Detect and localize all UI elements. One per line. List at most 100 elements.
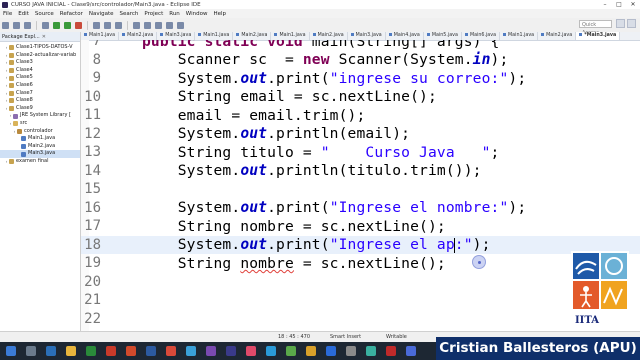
save-all-icon[interactable] <box>24 21 31 29</box>
search-icon[interactable] <box>26 346 36 356</box>
menu-help[interactable]: Help <box>210 11 229 17</box>
file-explorer-icon[interactable] <box>66 346 76 356</box>
tree-item[interactable]: › Clase8 <box>0 97 80 105</box>
editor-tab[interactable]: Main5.java <box>424 32 462 40</box>
app-icon[interactable] <box>306 346 316 356</box>
tree-item[interactable]: › JRE System Library [ <box>0 112 80 120</box>
code-line[interactable]: 9 System.out.print("ingrese su correo:")… <box>81 69 640 88</box>
save-icon[interactable] <box>13 21 20 29</box>
menu-window[interactable]: Window <box>183 11 211 17</box>
editor-tab[interactable]: Main3.java <box>157 32 196 40</box>
java-perspective-icon[interactable] <box>627 19 636 28</box>
edge-icon[interactable] <box>46 346 56 356</box>
close-view-icon[interactable]: ✕ <box>42 34 46 40</box>
tree-item[interactable]: › Clase4 <box>0 67 80 75</box>
perspective-icon[interactable] <box>616 19 625 28</box>
new-class-icon[interactable] <box>115 21 122 29</box>
tree-item[interactable]: › Clase9 <box>0 105 80 113</box>
app-icon[interactable] <box>406 346 416 356</box>
tree-item[interactable]: › Clase5 <box>0 74 80 82</box>
maximize-icon[interactable]: □ <box>612 0 626 9</box>
app-icon[interactable] <box>386 346 396 356</box>
code-line[interactable]: 22 <box>81 310 640 329</box>
editor-tab[interactable]: Main3.java <box>348 32 386 40</box>
tree-item[interactable]: Main1.java <box>0 135 80 143</box>
code-line[interactable]: 16 System.out.print("Ingrese el nombre:"… <box>81 199 640 218</box>
word-icon[interactable] <box>146 346 156 356</box>
editor-tab[interactable]: Main2.java <box>233 32 272 40</box>
next-annotation-icon[interactable] <box>144 21 151 29</box>
editor-tab[interactable]: Main1.java <box>500 32 539 40</box>
chrome-icon[interactable] <box>166 346 176 356</box>
editor-tab[interactable]: Main2.java <box>119 32 158 40</box>
excel-icon[interactable] <box>86 346 96 356</box>
code-line[interactable]: 10 String email = sc.nextLine(); <box>81 88 640 107</box>
code-line[interactable]: 12 System.out.println(email); <box>81 125 640 144</box>
tree-item[interactable]: › Clase3 <box>0 59 80 67</box>
menu-run[interactable]: Run <box>166 11 183 17</box>
external-tools-icon[interactable] <box>75 21 82 29</box>
menu-edit[interactable]: Edit <box>15 11 32 17</box>
start-icon[interactable] <box>6 346 16 356</box>
app-icon[interactable] <box>326 346 336 356</box>
quick-access-input[interactable]: Quick Access <box>579 20 612 36</box>
tree-item[interactable]: › src <box>0 120 80 128</box>
code-editor[interactable]: 7 public static void main(String[] args) … <box>81 40 640 342</box>
tree-item[interactable]: › Clase7 <box>0 90 80 98</box>
app-icon[interactable] <box>286 346 296 356</box>
editor-tab[interactable]: Main1.java <box>271 32 310 40</box>
code-line[interactable]: 14 System.out.println(titulo.trim()); <box>81 162 640 181</box>
print-icon[interactable] <box>42 21 49 29</box>
app-icon[interactable] <box>206 346 216 356</box>
run-icon[interactable] <box>64 21 71 29</box>
editor-tab[interactable]: Main4.java <box>386 32 424 40</box>
package-explorer-title[interactable]: Package Expl... <box>2 34 40 40</box>
tree-item[interactable]: › Clase6 <box>0 82 80 90</box>
editor-tab[interactable]: Main2.java <box>538 32 577 40</box>
code-line[interactable]: 11 email = email.trim(); <box>81 106 640 125</box>
code-line[interactable]: 15 <box>81 180 640 199</box>
code-line[interactable]: 17 String nombre = sc.nextLine(); <box>81 217 640 236</box>
code-line[interactable]: 7 public static void main(String[] args) … <box>81 40 640 51</box>
tree-item[interactable]: › Clase1-TIPOS-DATOS-V <box>0 44 80 52</box>
editor-tab[interactable]: Main2.java <box>310 32 348 40</box>
app-icon[interactable] <box>366 346 376 356</box>
code-line[interactable]: 8 Scanner sc = new Scanner(System.in); <box>81 51 640 70</box>
app-icon[interactable] <box>246 346 256 356</box>
new-icon[interactable] <box>2 21 9 29</box>
menu-file[interactable]: File <box>0 11 15 17</box>
code-line[interactable]: 19 String nombre = sc.nextLine(); <box>81 254 640 273</box>
forward-icon[interactable] <box>177 21 184 29</box>
back-icon[interactable] <box>166 21 173 29</box>
close-icon[interactable]: ✕ <box>626 0 640 9</box>
tree-item[interactable]: › Clase2-actualizar-variab <box>0 52 80 60</box>
tree-item[interactable]: Main2.java <box>0 143 80 151</box>
menu-navigate[interactable]: Navigate <box>86 11 117 17</box>
search-icon[interactable] <box>133 21 140 29</box>
tree-item[interactable]: › examen final <box>0 158 80 166</box>
new-java-project-icon[interactable] <box>93 21 100 29</box>
new-package-icon[interactable] <box>104 21 111 29</box>
app-icon[interactable] <box>266 346 276 356</box>
app-icon[interactable] <box>186 346 196 356</box>
previous-annotation-icon[interactable] <box>155 21 162 29</box>
minimize-icon[interactable]: – <box>598 0 612 9</box>
editor-tab[interactable]: Main1.java <box>81 32 120 40</box>
menu-project[interactable]: Project <box>141 11 166 17</box>
tree-item[interactable]: Main3.java <box>0 150 80 158</box>
code-line[interactable]: 18 System.out.print("Ingrese el ap:"); <box>81 235 640 254</box>
menu-refactor[interactable]: Refactor <box>57 11 86 17</box>
menu-search[interactable]: Search <box>117 11 142 17</box>
pdf-icon[interactable] <box>126 346 136 356</box>
code-line[interactable]: 20 <box>81 273 640 292</box>
editor-tab[interactable]: *Main3.java <box>576 32 621 40</box>
tree-item[interactable]: › controlador <box>0 128 80 136</box>
editor-tab[interactable]: Main6.java <box>462 32 501 40</box>
eclipse-taskbar-icon[interactable] <box>226 346 236 356</box>
editor-tab[interactable]: Main1.java <box>195 32 234 40</box>
code-line[interactable]: 13 String titulo = " Curso Java "; <box>81 143 640 162</box>
app-icon[interactable] <box>346 346 356 356</box>
code-line[interactable]: 21 <box>81 291 640 310</box>
powerpoint-icon[interactable] <box>106 346 116 356</box>
menu-source[interactable]: Source <box>32 11 57 17</box>
